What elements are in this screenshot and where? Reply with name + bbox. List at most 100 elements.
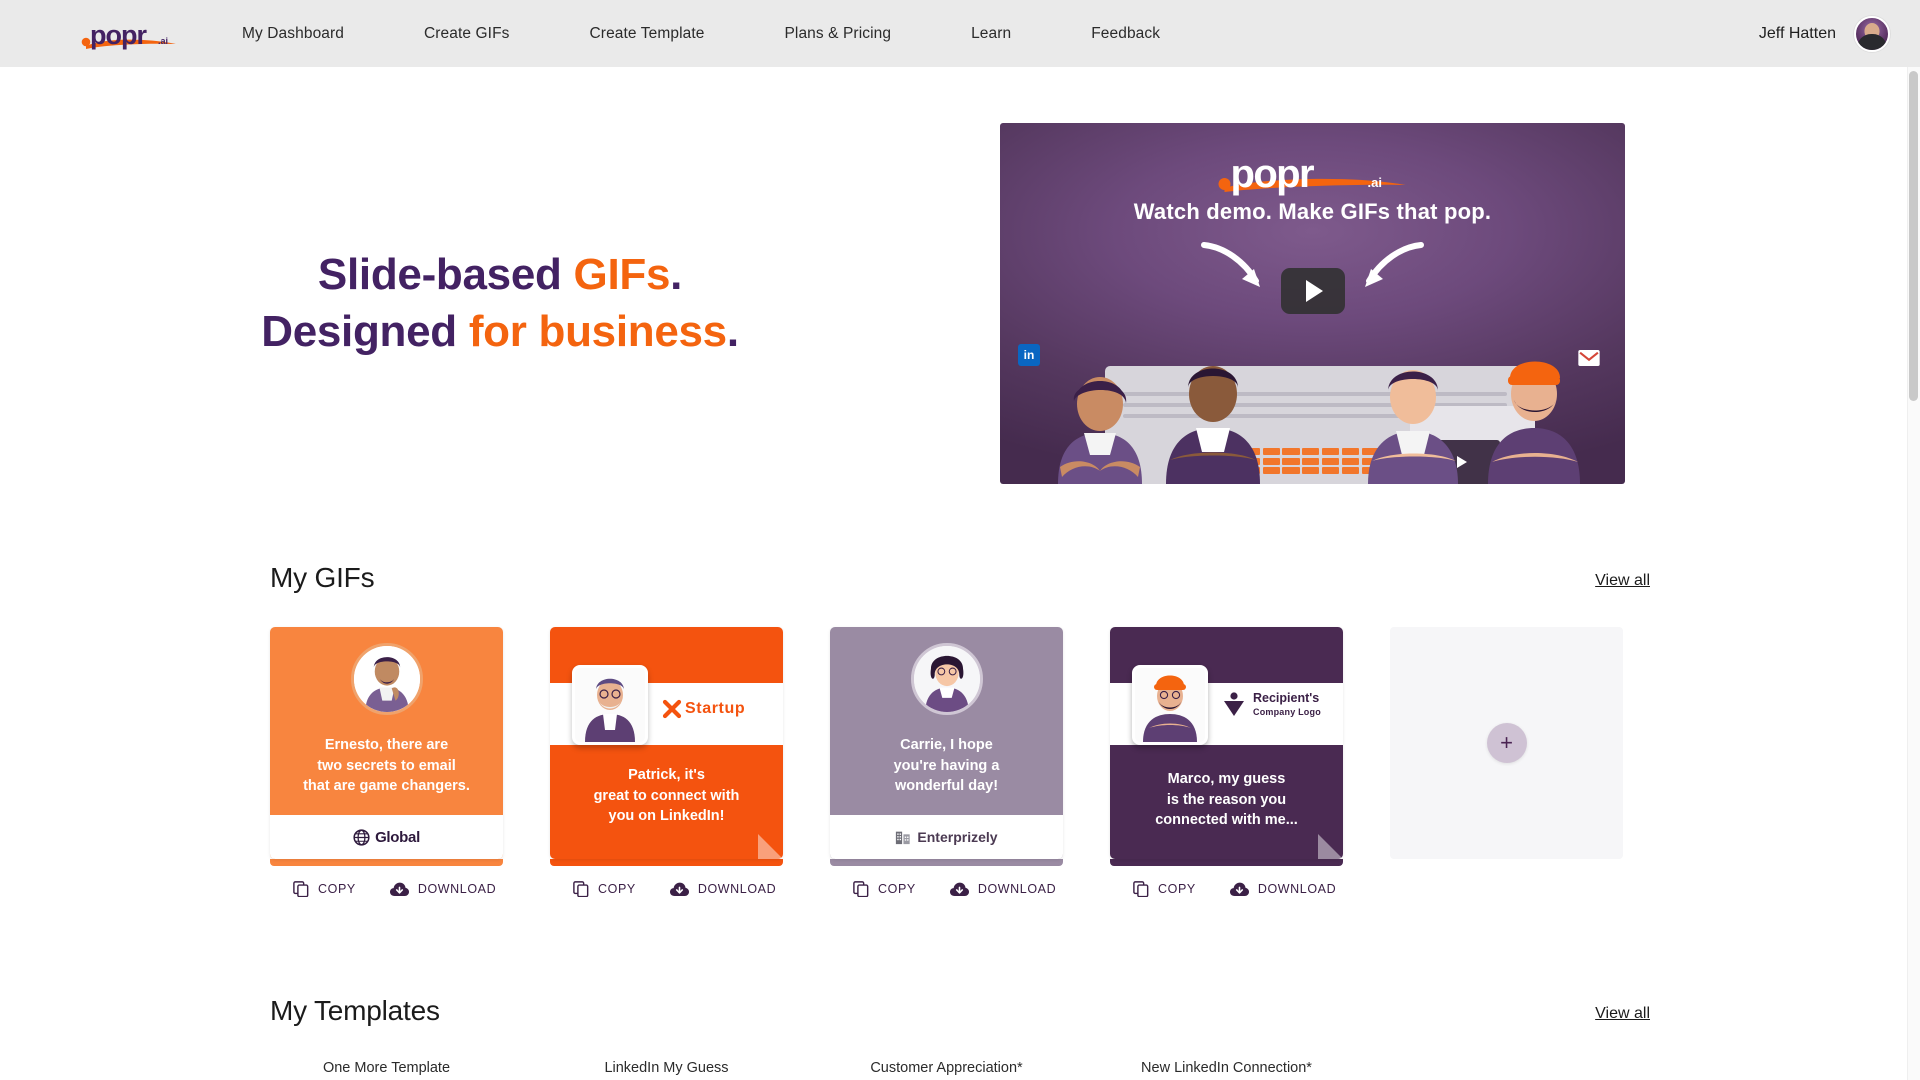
play-icon (1306, 280, 1323, 302)
my-gifs-section: My GIFs View all Ernesto, there are two … (0, 562, 1920, 897)
gif-brand-footer-1: Global (270, 815, 503, 859)
page-scroll-area: Slide-based GIFs. Designed for business.… (0, 67, 1920, 1080)
hero-section: Slide-based GIFs. Designed for business.… (0, 67, 1920, 484)
headline-line-1: Slide-based GIFs. (261, 247, 739, 303)
person-photo-icon (1135, 668, 1205, 742)
hero-illustration: in (1000, 334, 1625, 484)
gif-actions-4: COPY DOWNLOAD (1110, 881, 1343, 897)
nav-item-create-template[interactable]: Create Template (580, 25, 715, 43)
nav-item-plans-pricing[interactable]: Plans & Pricing (774, 25, 901, 43)
template-name-4: New LinkedIn Connection* (1141, 1060, 1312, 1076)
person-shield-icon (1224, 692, 1244, 716)
gif-brand-footer-3: Enterprizely (830, 815, 1063, 859)
gif-preview-card-2[interactable]: Startup Patrick, it's great to connect w… (550, 627, 783, 859)
copy-icon (573, 881, 589, 897)
gif-message-line: wonderful day! (894, 778, 999, 795)
gif-brand-2: Startup (662, 699, 745, 719)
gif-message-line: Patrick, it's (628, 767, 705, 783)
cloud-download-icon (949, 882, 969, 896)
template-item: LinkedIn My Guess (550, 1060, 783, 1080)
copy-button[interactable]: COPY (573, 881, 636, 897)
page-content: Slide-based GIFs. Designed for business.… (0, 67, 1920, 1080)
gif-preview-card-3[interactable]: Carrie, I hope you're having a wonderful… (830, 627, 1063, 859)
copy-label: COPY (598, 882, 636, 896)
copy-icon (293, 881, 309, 897)
template-name-3: Customer Appreciation* (870, 1060, 1023, 1076)
download-button[interactable]: DOWNLOAD (389, 881, 496, 897)
gif-message-3: Carrie, I hope you're having a wonderful… (830, 735, 1063, 797)
page-fold-corner (1318, 834, 1343, 859)
svg-text:.ai: .ai (1368, 175, 1382, 190)
gif-avatar-1 (350, 643, 423, 715)
copy-button[interactable]: COPY (853, 881, 916, 897)
plus-icon[interactable]: + (1486, 723, 1527, 763)
avatar[interactable] (1854, 15, 1890, 52)
my-gifs-card-row: Ernesto, there are two secrets to email … (270, 627, 1650, 897)
brand-line-1: Recipient's (1253, 691, 1320, 706)
my-templates-card-row: One More Template LinkedIn My Guess Cust… (270, 1060, 1650, 1080)
scrollbar-track[interactable] (1907, 67, 1920, 1080)
gif-avatar-4 (1132, 665, 1208, 745)
nav-item-create-gifs[interactable]: Create GIFs (414, 25, 520, 43)
popr-logo[interactable]: popr .ai (80, 14, 180, 54)
video-popr-logo: popr .ai (1000, 145, 1625, 202)
download-button[interactable]: DOWNLOAD (669, 881, 776, 897)
gif-preview-card-1[interactable]: Ernesto, there are two secrets to email … (270, 627, 503, 859)
person-illustration-4 (1488, 361, 1580, 484)
my-templates-header: My Templates View all (270, 995, 1650, 1027)
person-illustration-2 (1166, 366, 1260, 484)
gif-progress-bar-3 (830, 859, 1063, 866)
download-button[interactable]: DOWNLOAD (1229, 881, 1337, 897)
download-label: DOWNLOAD (977, 882, 1057, 896)
cloud-download-icon (389, 882, 409, 896)
page-fold-corner (758, 834, 783, 859)
gif-message-line: you're having a (893, 757, 1000, 774)
my-templates-view-all-link[interactable]: View all (1595, 1005, 1650, 1027)
headline-2-dot: . (726, 306, 739, 356)
download-label: DOWNLOAD (1257, 882, 1337, 896)
gif-message-2: Patrick, it's great to connect with you … (550, 765, 783, 827)
gif-brand-4: Recipient's Company Logo (1222, 691, 1321, 717)
gif-message-1: Ernesto, there are two secrets to email … (270, 735, 503, 797)
copy-button[interactable]: COPY (1133, 881, 1196, 897)
my-gifs-header: My GIFs View all (270, 562, 1650, 594)
globe-icon (353, 828, 370, 846)
play-button[interactable] (1280, 268, 1345, 314)
demo-video-thumbnail[interactable]: popr .ai Watch demo. Make GIFs that pop. (1000, 123, 1625, 484)
nav-item-feedback[interactable]: Feedback (1081, 25, 1170, 43)
gif-preview-card-4[interactable]: Recipient's Company Logo Marco, my guess… (1110, 627, 1343, 859)
gif-brand-name-4: Recipient's Company Logo (1253, 691, 1321, 717)
gif-progress-bar-1 (270, 859, 503, 866)
user-menu[interactable]: Jeff Hatten (1759, 0, 1890, 67)
headline-line-2: Designed for business. (261, 304, 739, 360)
linkedin-icon: in (1018, 344, 1040, 366)
brand-line-2: Company Logo (1253, 706, 1321, 717)
gif-item: Carrie, I hope you're having a wonderful… (830, 627, 1063, 897)
scrollbar-thumb[interactable] (1909, 71, 1918, 401)
my-gifs-title: My GIFs (270, 562, 375, 593)
nav-links: My Dashboard Create GIFs Create Template… (232, 25, 1170, 43)
nav-item-learn[interactable]: Learn (961, 25, 1021, 43)
nav-item-my-dashboard[interactable]: My Dashboard (232, 25, 354, 43)
my-gifs-view-all-link[interactable]: View all (1595, 572, 1650, 594)
video-tagline: Watch demo. Make GIFs that pop. (1133, 199, 1492, 224)
svg-text:popr: popr (1231, 152, 1315, 196)
headline-1-plain: Slide-based (317, 250, 574, 300)
gif-message-line: Carrie, I hope (900, 737, 993, 753)
my-templates-section: My Templates View all One More Template … (0, 995, 1920, 1080)
create-new-gif-card[interactable]: + (1390, 627, 1623, 859)
copy-icon (1133, 881, 1149, 897)
gif-message-line: Marco, my guess (1167, 771, 1286, 787)
gif-actions-3: COPY DOWNLOAD (830, 881, 1063, 897)
person-photo-icon (575, 668, 645, 742)
arrow-left-icon (1201, 242, 1260, 287)
top-navbar: popr .ai My Dashboard Create GIFs Create… (0, 0, 1920, 67)
copy-label: COPY (318, 882, 356, 896)
download-button[interactable]: DOWNLOAD (949, 881, 1057, 897)
gif-message-4: Marco, my guess is the reason you connec… (1110, 769, 1343, 831)
x-mark-icon (662, 699, 682, 719)
gif-avatar-2 (572, 665, 648, 745)
copy-button[interactable]: COPY (293, 881, 356, 897)
svg-text:popr: popr (90, 20, 147, 50)
person-illustration-3 (1368, 370, 1458, 484)
